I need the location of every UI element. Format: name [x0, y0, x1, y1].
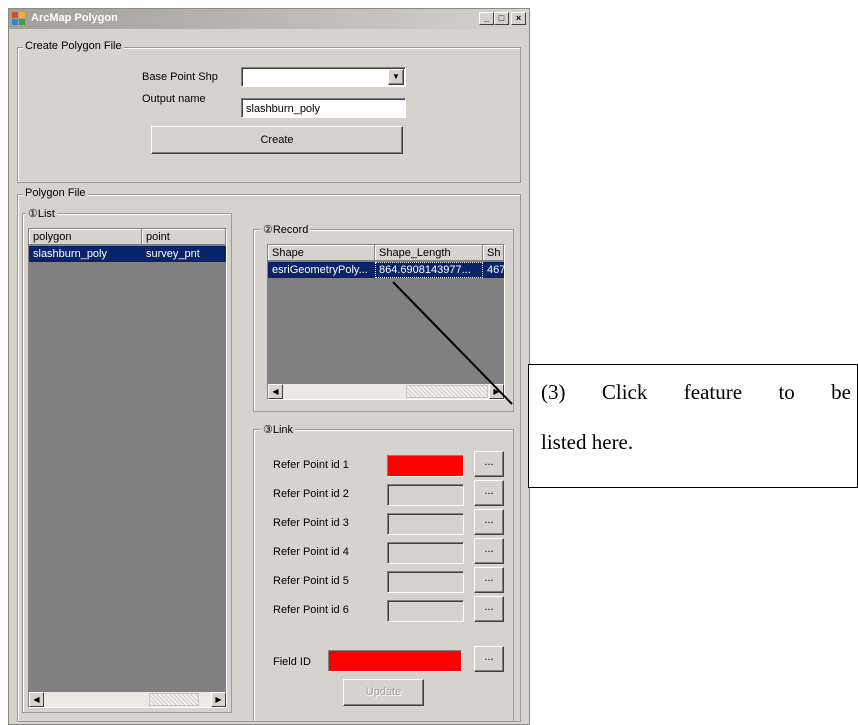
list-header-polygon[interactable]: polygon [29, 229, 142, 245]
refer-point-label-6: Refer Point id 6 [273, 604, 349, 616]
refer-point-label-3: Refer Point id 3 [273, 517, 349, 529]
record-legend: ②Record [261, 223, 311, 236]
output-name-label: Output name [142, 93, 206, 105]
output-name-input[interactable]: slashburn_poly [241, 98, 406, 118]
chevron-down-icon: ▼ [392, 72, 400, 81]
refer-point-label-5: Refer Point id 5 [273, 575, 349, 587]
record-table[interactable]: Shape Shape_Length Sh esriGeometryPoly..… [267, 244, 505, 400]
callout-line-1: (3) Click feature to be [541, 380, 851, 404]
refer-point-browse-button-5[interactable]: ... [474, 567, 504, 593]
window-title: ArcMap Polygon [31, 12, 118, 24]
create-polygon-legend: Create Polygon File [23, 40, 124, 52]
app-icon [12, 12, 25, 25]
polygon-file-legend: Polygon File [23, 187, 88, 199]
list-legend: ①List [26, 207, 57, 220]
record-cell-sh[interactable]: 467 [483, 262, 504, 278]
base-point-dropdown[interactable]: ▼ [241, 67, 406, 87]
refer-point-label-2: Refer Point id 2 [273, 488, 349, 500]
record-header-sh[interactable]: Sh [483, 245, 504, 261]
base-point-label: Base Point Shp [142, 71, 218, 83]
scroll-thumb[interactable] [149, 693, 199, 706]
refer-point-browse-button-2[interactable]: ... [474, 480, 504, 506]
refer-point-input-5[interactable] [387, 571, 464, 593]
refer-point-input-3[interactable] [387, 513, 464, 535]
record-horizontal-scrollbar[interactable]: ◀ ▶ [268, 384, 504, 399]
scroll-right-icon[interactable]: ▶ [211, 692, 226, 707]
list-header-point[interactable]: point [142, 229, 226, 245]
arcmap-polygon-window: ArcMap Polygon _ □ × Create Polygon File… [8, 8, 530, 725]
field-id-label: Field ID [273, 656, 311, 668]
callout-line-2: listed here. [541, 430, 634, 454]
refer-point-input-6[interactable] [387, 600, 464, 622]
close-button[interactable]: × [511, 12, 526, 25]
scroll-thumb[interactable] [406, 385, 488, 398]
refer-point-input-2[interactable] [387, 484, 464, 506]
record-cell-shape[interactable]: esriGeometryPoly... [268, 262, 375, 278]
refer-point-browse-button-1[interactable]: ... [474, 451, 504, 477]
refer-point-browse-button-6[interactable]: ... [474, 596, 504, 622]
refer-point-input-4[interactable] [387, 542, 464, 564]
refer-point-label-4: Refer Point id 4 [273, 546, 349, 558]
maximize-button[interactable]: □ [494, 12, 509, 25]
list-row-polygon[interactable]: slashburn_poly [29, 246, 142, 262]
field-id-input[interactable] [328, 650, 462, 672]
list-row-point[interactable]: survey_pnt [142, 246, 226, 262]
record-cell-shape-length[interactable]: 864.6908143977... [375, 262, 483, 278]
refer-point-input-1[interactable] [387, 455, 464, 477]
refer-point-browse-button-4[interactable]: ... [474, 538, 504, 564]
update-button[interactable]: Update [343, 679, 424, 706]
output-name-value: slashburn_poly [246, 103, 320, 115]
polygon-list[interactable]: polygon point slashburn_poly survey_pnt … [28, 228, 227, 708]
instruction-callout: (3) Click feature to be listed here. [528, 364, 858, 488]
list-horizontal-scrollbar[interactable]: ◀ ▶ [29, 692, 226, 707]
scroll-left-icon[interactable]: ◀ [29, 692, 44, 707]
minimize-button[interactable]: _ [479, 12, 494, 25]
dropdown-button[interactable]: ▼ [388, 69, 404, 85]
record-header-shape[interactable]: Shape [268, 245, 375, 261]
scroll-right-icon[interactable]: ▶ [489, 384, 504, 399]
refer-point-browse-button-3[interactable]: ... [474, 509, 504, 535]
link-legend: ③Link [261, 423, 296, 436]
field-id-browse-button[interactable]: ... [474, 646, 504, 672]
create-button[interactable]: Create [151, 126, 403, 154]
scroll-left-icon[interactable]: ◀ [268, 384, 283, 399]
title-bar[interactable]: ArcMap Polygon _ □ × [9, 9, 529, 29]
refer-point-label-1: Refer Point id 1 [273, 459, 349, 471]
record-header-shape-length[interactable]: Shape_Length [375, 245, 483, 261]
